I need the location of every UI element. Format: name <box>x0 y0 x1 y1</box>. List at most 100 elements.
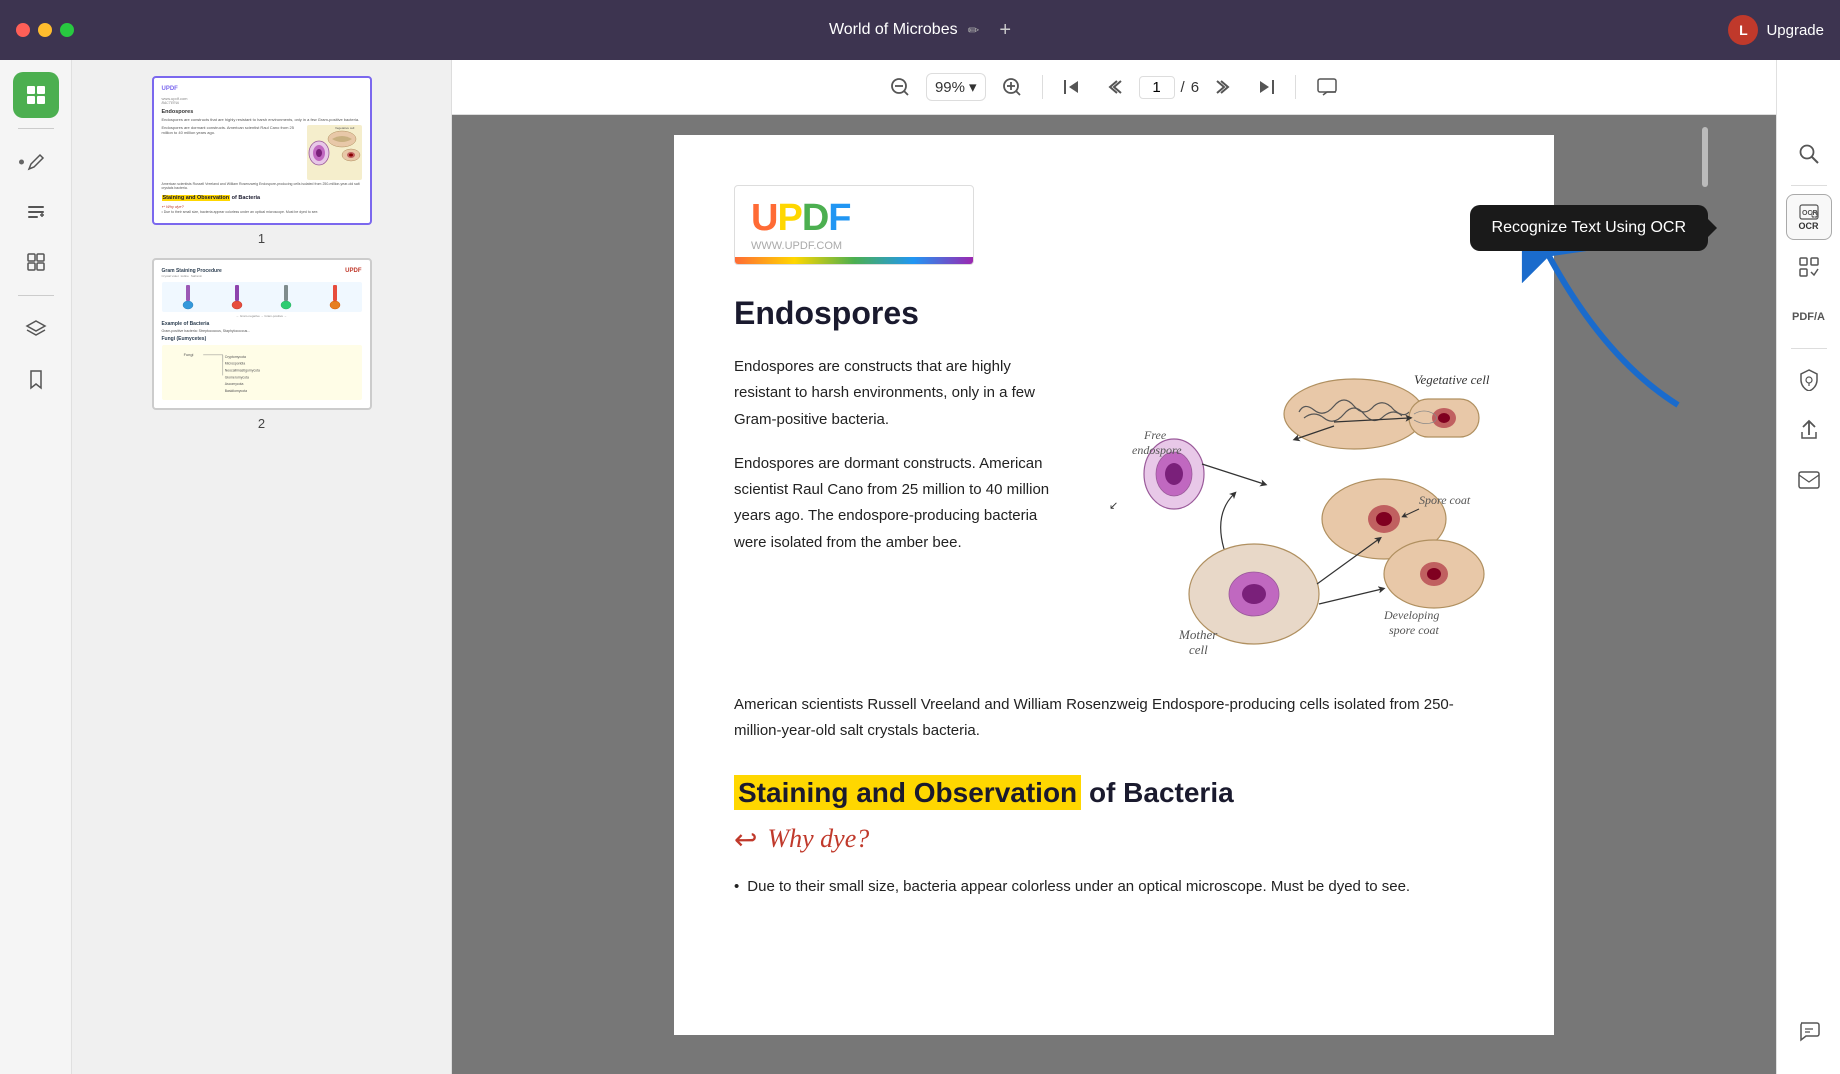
thumbnail-page-1[interactable]: UPDF www.updf.com BACTERIA Endospores En… <box>152 76 372 246</box>
thumbnail-label-2: 2 <box>258 416 265 431</box>
svg-text:Neocallimastigomycota: Neocallimastigomycota <box>224 368 259 372</box>
chat-button[interactable] <box>1786 1008 1832 1054</box>
pdf-page: UPDF WWW.UPDF.COM Endospores Endospores … <box>674 135 1554 1035</box>
svg-text:Developing: Developing <box>1383 608 1439 622</box>
mail-button[interactable] <box>1786 457 1832 503</box>
thumbnail-page-2[interactable]: Gram Staining Procedure Crystal violetIo… <box>152 258 372 431</box>
ocr-tooltip-text: Recognize Text Using OCR <box>1492 219 1686 236</box>
svg-text:↙: ↙ <box>1109 500 1118 512</box>
scrollbar-thumb[interactable] <box>1702 127 1708 187</box>
tooltip-arrow <box>1708 219 1717 237</box>
edit-title-icon[interactable]: ✏ <box>968 22 980 39</box>
para2-text: Endospores are dormant constructs. Ameri… <box>734 451 1050 556</box>
protect-button[interactable] <box>1786 357 1832 403</box>
upgrade-button[interactable]: Upgrade <box>1766 22 1824 39</box>
why-dye-section: ↩ Why dye? <box>734 823 1494 856</box>
svg-text:cell: cell <box>1189 642 1208 657</box>
svg-text:OCR: OCR <box>1802 210 1818 217</box>
ocr-button[interactable]: OCR OCR <box>1786 194 1832 240</box>
thumbnail-label-1: 1 <box>258 231 265 246</box>
svg-text:Spore coat: Spore coat <box>1419 493 1471 507</box>
zoom-selector[interactable]: 99% ▾ <box>926 73 986 101</box>
main-area: UPDF www.updf.com BACTERIA Endospores En… <box>0 60 1840 1074</box>
bullet-symbol: • <box>734 874 739 900</box>
staining-title-highlight: Staining and Observation <box>734 775 1081 810</box>
first-page-button[interactable] <box>1055 74 1089 100</box>
sidebar-item-organize[interactable] <box>13 239 59 285</box>
page-separator: / <box>1181 79 1185 96</box>
right-divider-2 <box>1791 348 1827 349</box>
sidebar-divider-1 <box>18 128 54 129</box>
ocr-tooltip: Recognize Text Using OCR <box>1470 205 1708 251</box>
window-controls <box>16 23 74 37</box>
search-button[interactable] <box>1786 131 1832 177</box>
microbe-diagram: Vegetative cell <box>1074 354 1494 674</box>
updf-url: WWW.UPDF.COM <box>751 240 957 252</box>
updf-header: UPDF WWW.UPDF.COM <box>734 185 974 265</box>
content-layout: Endospores are constructs that are highl… <box>734 354 1494 674</box>
scrollbar[interactable] <box>1700 115 1710 1074</box>
why-dye-text: Why dye? <box>767 824 869 854</box>
sidebar-item-annotate[interactable] <box>13 139 59 185</box>
zoom-out-button[interactable] <box>882 73 918 101</box>
sidebar-divider-2 <box>18 295 54 296</box>
titlebar-center: World of Microbes ✏ + <box>829 19 1011 42</box>
svg-text:Ascomycota: Ascomycota <box>224 382 243 386</box>
svg-text:Glomeromycota: Glomeromycota <box>224 375 248 379</box>
svg-text:Mother: Mother <box>1178 627 1218 642</box>
updf-logo: UPDF <box>751 199 957 237</box>
svg-text:Cryptomycota: Cryptomycota <box>224 354 245 358</box>
sidebar-item-layers[interactable] <box>13 306 59 352</box>
why-dye-arrow-icon: ↩ <box>734 823 757 856</box>
page-indicator: 1 / 6 <box>1139 76 1200 99</box>
updf-stripe <box>735 257 973 264</box>
svg-text:spore coat: spore coat <box>1389 623 1440 637</box>
endospores-title: Endospores <box>734 295 1494 332</box>
maximize-button[interactable] <box>60 23 74 37</box>
staining-title-rest: of Bacteria <box>1081 777 1234 808</box>
thumbnail-frame-2: Gram Staining Procedure Crystal violetIo… <box>152 258 372 410</box>
content-text-col: Endospores are constructs that are highl… <box>734 354 1050 674</box>
bullet-text: Due to their small size, bacteria appear… <box>747 874 1410 900</box>
add-tab-button[interactable]: + <box>999 19 1011 42</box>
last-page-button[interactable] <box>1249 74 1283 100</box>
close-button[interactable] <box>16 23 30 37</box>
zoom-dropdown-icon: ▾ <box>969 78 977 96</box>
toolbar-divider-1 <box>1042 75 1043 99</box>
pdf-content-area: UPDF WWW.UPDF.COM Endospores Endospores … <box>452 115 1776 1074</box>
prev-page-button[interactable] <box>1097 74 1131 100</box>
minimize-button[interactable] <box>38 23 52 37</box>
sidebar-item-bookmark[interactable] <box>13 356 59 402</box>
total-pages: 6 <box>1191 79 1199 96</box>
para3-text: American scientists Russell Vreeland and… <box>734 692 1494 745</box>
pdfa-label: PDF/A <box>1792 311 1825 323</box>
pdf-toolbar: 99% ▾ <box>452 60 1776 115</box>
comment-button[interactable] <box>1308 72 1346 102</box>
svg-text:Fungi: Fungi <box>183 351 193 356</box>
right-divider-1 <box>1791 185 1827 186</box>
titlebar: World of Microbes ✏ + L Upgrade <box>0 0 1840 60</box>
ocr-label: OCR <box>1799 221 1819 231</box>
page-number-input[interactable]: 1 <box>1139 76 1175 99</box>
sidebar-item-thumbnail[interactable] <box>13 72 59 118</box>
toolbar-divider-2 <box>1295 75 1296 99</box>
share-button[interactable] <box>1786 407 1832 453</box>
thumbnail-panel: UPDF www.updf.com BACTERIA Endospores En… <box>72 60 452 1074</box>
zoom-in-button[interactable] <box>994 73 1030 101</box>
thumbnail-frame-1: UPDF www.updf.com BACTERIA Endospores En… <box>152 76 372 225</box>
pdf-viewer: 99% ▾ <box>452 60 1776 1074</box>
user-avatar: L <box>1728 15 1758 45</box>
sidebar-item-edit[interactable] <box>13 189 59 235</box>
para1-text: Endospores are constructs that are highl… <box>734 354 1050 433</box>
scan-button[interactable] <box>1786 244 1832 290</box>
pdfa-button[interactable]: PDF/A <box>1786 294 1832 340</box>
bullet-point-1: • Due to their small size, bacteria appe… <box>734 874 1494 900</box>
diagram-svg: Vegetative cell <box>1074 354 1494 674</box>
svg-text:Free: Free <box>1143 428 1167 442</box>
svg-text:Vegetative cell: Vegetative cell <box>1414 372 1490 387</box>
zoom-value: 99% <box>935 79 965 96</box>
svg-text:Microsporidia: Microsporidia <box>224 361 244 365</box>
right-sidebar: OCR OCR PDF/A <box>1776 60 1840 1074</box>
next-page-button[interactable] <box>1207 74 1241 100</box>
document-title: World of Microbes <box>829 21 958 39</box>
